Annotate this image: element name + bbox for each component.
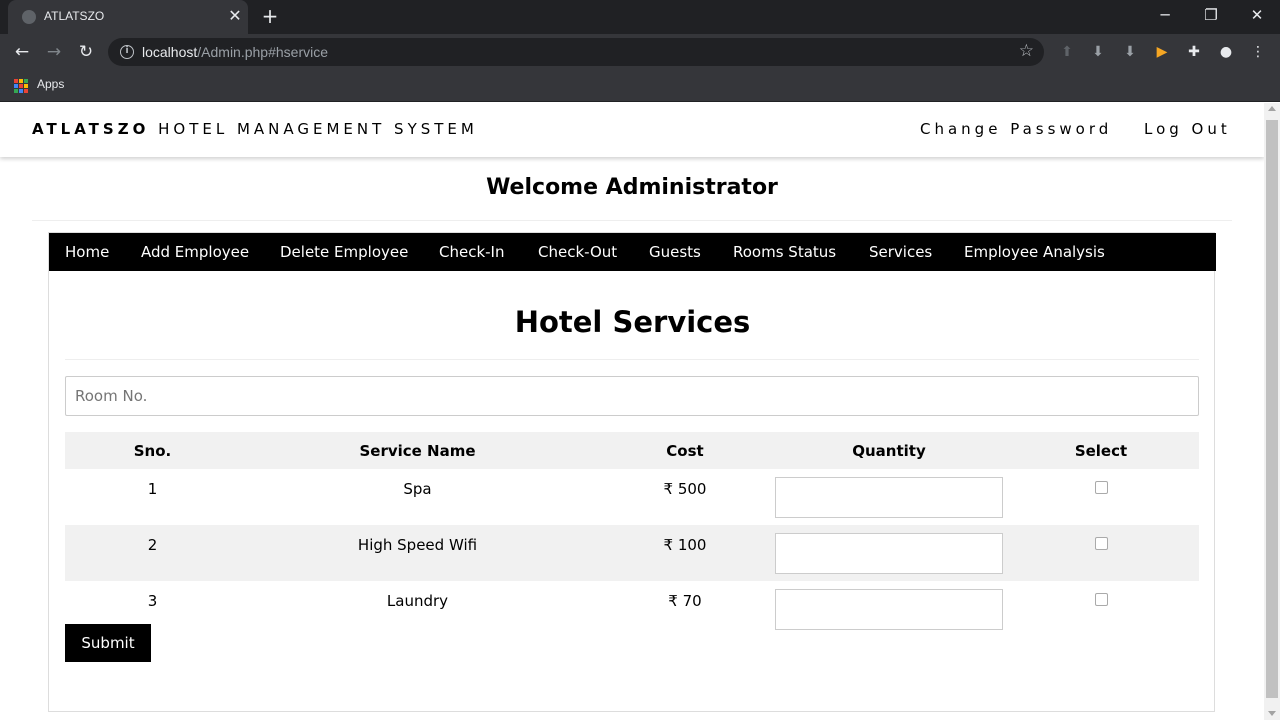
row-sno: 2 (65, 525, 240, 581)
bookmarks-bar: Apps (0, 70, 1280, 102)
row-cost: ₹ 500 (663, 480, 707, 498)
nav-add-employee[interactable]: Add Employee (141, 243, 249, 261)
browser-tabbar: ATLATSZO ✕ + ─ ❐ ✕ (0, 0, 1280, 34)
new-tab-icon[interactable]: + (259, 5, 281, 27)
forward-icon[interactable]: → (42, 40, 66, 64)
row-quantity-cell (775, 525, 1003, 581)
table-row: 2 High Speed Wifi ₹ 100 (65, 525, 1199, 581)
close-tab-icon[interactable]: ✕ (226, 7, 244, 25)
apps-bookmark[interactable]: Apps (37, 77, 64, 91)
info-icon[interactable]: i (120, 45, 134, 59)
nav-check-in[interactable]: Check-In (439, 243, 505, 261)
nav-check-out[interactable]: Check-Out (538, 243, 617, 261)
play-icon[interactable]: ▶ (1152, 42, 1172, 62)
nav-rooms-status[interactable]: Rooms Status (733, 243, 836, 261)
scroll-up-icon[interactable] (1268, 106, 1276, 111)
room-number-input[interactable] (65, 376, 1199, 416)
row-select-cell (1003, 525, 1199, 581)
reload-icon[interactable]: ↻ (74, 40, 98, 64)
row-cost: ₹ 100 (595, 525, 775, 581)
address-bar[interactable]: i localhost/Admin.php#hservice ☆ (108, 38, 1044, 66)
row-service-name: Laundry (386, 592, 449, 610)
extensions-icon[interactable]: ✚ (1184, 42, 1204, 62)
row-sno: 1 (147, 480, 158, 498)
download-circle-icon[interactable]: ⬇ (1120, 42, 1140, 62)
pin-icon[interactable]: ⬆ (1057, 42, 1077, 62)
submit-button[interactable]: Submit (65, 624, 151, 662)
services-panel: Home Add Employee Delete Employee Check-… (48, 232, 1216, 712)
section-title: Hotel Services (514, 305, 751, 339)
row-service-name: Spa (403, 480, 432, 498)
row-select-cell (1003, 469, 1199, 525)
column-header-cost: Cost (595, 432, 775, 469)
row-quantity-cell (775, 581, 1003, 637)
table-header-row: Sno. Service Name Cost Quantity Select (65, 432, 1199, 469)
browser-toolbar: ← → ↻ i localhost/Admin.php#hservice ☆ ⬆… (0, 34, 1280, 70)
select-checkbox[interactable] (1094, 593, 1108, 606)
change-password-link[interactable]: Change Password (920, 120, 1112, 138)
quantity-input[interactable] (775, 533, 1003, 574)
divider (32, 220, 1232, 221)
row-cost: ₹ 70 (668, 592, 702, 610)
admin-navbar: Home Add Employee Delete Employee Check-… (49, 233, 1216, 271)
globe-icon (22, 10, 36, 24)
nav-delete-employee[interactable]: Delete Employee (280, 243, 408, 261)
select-checkbox[interactable] (1094, 481, 1108, 494)
url-text: localhost/Admin.php#hservice (142, 44, 329, 60)
back-icon[interactable]: ← (10, 40, 34, 64)
brand-title: ATLATSZO HOTEL MANAGEMENT SYSTEM (32, 120, 478, 138)
browser-tab[interactable]: ATLATSZO ✕ (8, 0, 248, 34)
row-service-name: High Speed Wifi (240, 525, 595, 581)
window-close-icon[interactable]: ✕ (1245, 4, 1269, 26)
table-row: 1 Spa ₹ 500 (65, 469, 1199, 525)
restore-icon[interactable]: ❐ (1199, 4, 1223, 26)
column-header-select: Select (1003, 432, 1199, 469)
nav-guests[interactable]: Guests (649, 243, 701, 261)
welcome-heading: Welcome Administrator (486, 175, 778, 200)
column-header-quantity: Quantity (775, 432, 1003, 469)
table-row: 3 Laundry ₹ 70 (65, 581, 1199, 637)
row-quantity-cell (775, 469, 1003, 525)
download-icon[interactable]: ⬇ (1088, 42, 1108, 62)
tab-title: ATLATSZO (44, 9, 105, 23)
menu-kebab-icon[interactable]: ⋮ (1248, 42, 1268, 62)
select-checkbox[interactable] (1094, 537, 1108, 550)
logout-link[interactable]: Log Out (1144, 120, 1231, 138)
page-viewport: ATLATSZO HOTEL MANAGEMENT SYSTEM Change … (0, 103, 1280, 720)
apps-grid-icon[interactable] (14, 79, 28, 93)
scroll-down-icon[interactable] (1268, 711, 1276, 716)
nav-home[interactable]: Home (65, 243, 109, 261)
minimize-icon[interactable]: ─ (1153, 4, 1177, 26)
profile-icon[interactable]: ● (1216, 42, 1236, 62)
nav-services[interactable]: Services (869, 243, 932, 261)
site-header: ATLATSZO HOTEL MANAGEMENT SYSTEM Change … (0, 103, 1264, 157)
services-table: Sno. Service Name Cost Quantity Select 1… (65, 432, 1199, 637)
column-header-sno: Sno. (65, 432, 240, 469)
column-header-service-name: Service Name (240, 432, 595, 469)
quantity-input[interactable] (775, 477, 1003, 518)
nav-employee-analysis[interactable]: Employee Analysis (964, 243, 1105, 261)
vertical-scrollbar[interactable] (1264, 103, 1280, 720)
bookmark-star-icon[interactable]: ☆ (1019, 41, 1034, 61)
row-select-cell (1003, 581, 1199, 637)
quantity-input[interactable] (775, 589, 1003, 630)
scroll-thumb[interactable] (1266, 120, 1278, 698)
divider (65, 359, 1199, 360)
